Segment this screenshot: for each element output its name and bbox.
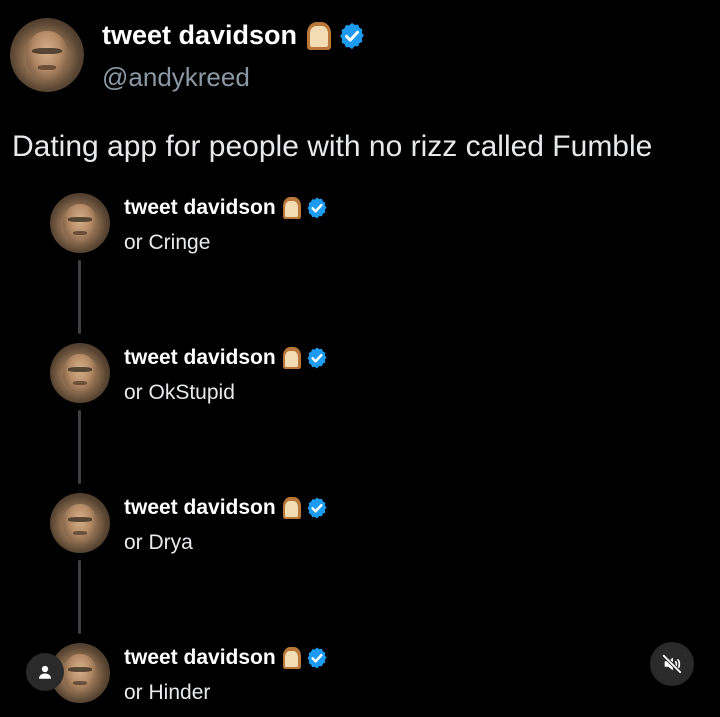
reply-author-name-row[interactable]: tweet davidson [124, 496, 329, 520]
verified-badge-icon [307, 347, 327, 369]
main-author-name-row[interactable]: tweet davidson [102, 20, 367, 51]
reply-text: or Cringe [124, 231, 211, 254]
reply-author-name[interactable]: tweet davidson [124, 496, 276, 520]
account-button[interactable] [26, 653, 64, 691]
bread-icon [282, 497, 301, 519]
reply-author-name[interactable]: tweet davidson [124, 646, 276, 670]
bread-icon [282, 647, 301, 669]
thread-line [78, 410, 81, 484]
thread-line [78, 560, 81, 634]
reply-avatar[interactable] [50, 193, 110, 253]
reply-text: or OkStupid [124, 381, 235, 404]
reply-avatar[interactable] [50, 343, 110, 403]
thread-line [78, 260, 81, 334]
main-author-name[interactable]: tweet davidson [102, 20, 297, 51]
verified-badge-icon [307, 197, 327, 219]
reply-author-name[interactable]: tweet davidson [124, 196, 276, 220]
bread-icon [282, 197, 301, 219]
reply-text: or Hinder [124, 681, 211, 704]
reply-author-name-row[interactable]: tweet davidson [124, 646, 329, 670]
reply-text: or Drya [124, 531, 193, 554]
bread-icon [282, 347, 301, 369]
speaker-muted-icon [661, 653, 683, 675]
main-author-handle[interactable]: @andykreed [102, 62, 250, 93]
reply-author-name[interactable]: tweet davidson [124, 346, 276, 370]
bread-icon [307, 21, 332, 50]
reply-avatar[interactable] [50, 493, 110, 553]
main-tweet-text: Dating app for people with no rizz calle… [12, 130, 653, 163]
verified-badge-icon [307, 497, 327, 519]
reply-author-name-row[interactable]: tweet davidson [124, 196, 329, 220]
main-avatar[interactable] [10, 18, 84, 92]
verified-badge-icon [340, 22, 364, 49]
person-icon [39, 665, 51, 679]
mute-button[interactable] [650, 642, 694, 686]
verified-badge-icon [307, 647, 327, 669]
reply-author-name-row[interactable]: tweet davidson [124, 346, 329, 370]
